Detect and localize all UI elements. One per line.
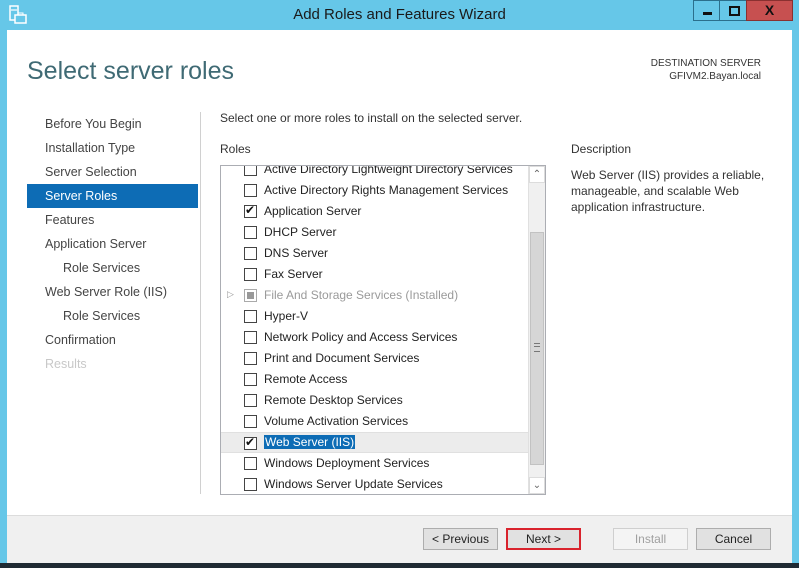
role-label: Windows Deployment Services [264, 456, 430, 470]
role-checkbox[interactable] [244, 373, 257, 386]
instruction-text: Select one or more roles to install on t… [220, 111, 523, 125]
nav-item-app-role-services[interactable]: Role Services [7, 256, 202, 280]
role-label: Active Directory Rights Management Servi… [264, 183, 509, 197]
grip-icon [534, 343, 540, 352]
role-row[interactable]: Active Directory Lightweight Directory S… [221, 165, 528, 180]
role-row[interactable]: ✔ Application Server [221, 201, 528, 222]
role-label: DNS Server [264, 246, 329, 260]
role-checkbox[interactable] [244, 226, 257, 239]
roles-list[interactable]: Active Directory Lightweight Directory S… [220, 165, 546, 495]
role-label: Fax Server [264, 267, 323, 281]
nav-item-confirmation[interactable]: Confirmation [7, 328, 202, 352]
previous-button[interactable]: < Previous [423, 528, 498, 550]
chevron-up-icon: ⌃ [532, 169, 542, 180]
role-checkbox[interactable] [244, 394, 257, 407]
role-checkbox[interactable] [244, 478, 257, 491]
role-checkbox[interactable] [244, 268, 257, 281]
role-checkbox [244, 289, 257, 302]
role-checkbox[interactable] [244, 331, 257, 344]
role-label: Print and Document Services [264, 351, 420, 365]
destination-server-info: DESTINATION SERVER GFIVM2.Bayan.local [651, 57, 761, 83]
role-label: Web Server (IIS) [264, 435, 356, 449]
role-label: Remote Access [264, 372, 348, 386]
close-icon: X [764, 2, 775, 18]
role-label: Hyper-V [264, 309, 309, 323]
window-title: Add Roles and Features Wizard [293, 6, 506, 23]
role-row[interactable]: Windows Deployment Services [221, 453, 528, 474]
maximize-button[interactable] [719, 0, 747, 21]
role-label: Application Server [264, 204, 362, 218]
role-checkbox[interactable]: ✔ [244, 435, 257, 450]
role-label: Volume Activation Services [264, 414, 409, 428]
minimize-icon [703, 12, 712, 15]
role-label: Windows Server Update Services [264, 477, 443, 491]
nav-item-results: Results [45, 357, 87, 371]
role-label: Network Policy and Access Services [264, 330, 458, 344]
role-row[interactable]: Remote Access [221, 369, 528, 390]
role-label: DHCP Server [264, 225, 337, 239]
role-checkbox[interactable] [244, 184, 257, 197]
role-row[interactable]: Remote Desktop Services [221, 390, 528, 411]
role-row[interactable]: DNS Server [221, 243, 528, 264]
close-button[interactable]: X [746, 0, 793, 21]
role-row[interactable]: ✔ Web Server (IIS) [221, 432, 528, 453]
wizard-window: Add Roles and Features Wizard X Select s… [0, 0, 799, 563]
role-row[interactable]: Fax Server [221, 264, 528, 285]
page-title: Select server roles [27, 57, 235, 85]
expand-arrow-icon[interactable]: ▷ [227, 289, 234, 300]
nav-item-server-roles[interactable]: Server Roles [27, 184, 198, 208]
role-checkbox[interactable] [244, 310, 257, 323]
role-label: Remote Desktop Services [264, 393, 403, 407]
nav-item-features[interactable]: Features [7, 208, 202, 232]
destination-server-name: GFIVM2.Bayan.local [669, 71, 761, 82]
nav-item-web-server-role[interactable]: Web Server Role (IIS) [7, 280, 202, 304]
role-checkbox[interactable] [244, 166, 257, 176]
role-checkbox[interactable] [244, 247, 257, 260]
checkmark-icon: ✔ [245, 203, 256, 217]
indeterminate-icon [247, 292, 254, 299]
role-row[interactable]: DHCP Server [221, 222, 528, 243]
minimize-button[interactable] [693, 0, 720, 21]
scroll-thumb[interactable] [530, 232, 544, 465]
cancel-button[interactable]: Cancel [696, 528, 771, 550]
nav-item-web-role-services[interactable]: Role Services [7, 304, 202, 328]
role-label: Active Directory Lightweight Directory S… [264, 165, 513, 176]
role-row[interactable]: Hyper-V [221, 306, 528, 327]
description-text: Web Server (IIS) provides a reliable, ma… [571, 168, 765, 214]
role-row[interactable]: Active Directory Rights Management Servi… [221, 180, 528, 201]
scroll-down-button[interactable]: ⌄ [529, 477, 545, 494]
role-row[interactable]: Network Policy and Access Services [221, 327, 528, 348]
next-button[interactable]: Next > [506, 528, 581, 550]
nav-item-application-server[interactable]: Application Server [7, 232, 202, 256]
wizard-nav: Before You Begin Installation Type Serve… [7, 112, 202, 376]
role-row[interactable]: Print and Document Services [221, 348, 528, 369]
role-checkbox[interactable] [244, 457, 257, 470]
role-row[interactable]: ▷ File And Storage Services (Installed) [221, 285, 528, 306]
roles-scrollbar[interactable]: ⌃ ⌄ [528, 166, 545, 494]
scroll-up-button[interactable]: ⌃ [529, 166, 545, 183]
checkmark-icon: ✔ [245, 435, 256, 449]
maximize-icon [729, 6, 740, 16]
nav-item-installation-type[interactable]: Installation Type [7, 136, 202, 160]
role-row[interactable]: Volume Activation Services [221, 411, 528, 432]
role-label: File And Storage Services (Installed) [264, 288, 459, 302]
nav-item-before-you-begin[interactable]: Before You Begin [7, 112, 202, 136]
title-bar[interactable]: Add Roles and Features Wizard X [0, 0, 799, 30]
role-checkbox[interactable] [244, 415, 257, 428]
role-row[interactable]: Windows Server Update Services [221, 474, 528, 494]
wizard-footer: < Previous Next > Install Cancel [7, 515, 792, 563]
nav-divider [200, 112, 201, 494]
install-button: Install [613, 528, 688, 550]
destination-label: DESTINATION SERVER [650, 58, 761, 69]
role-checkbox[interactable]: ✔ [244, 203, 257, 218]
roles-label: Roles [220, 142, 251, 156]
chevron-down-icon: ⌄ [532, 480, 542, 491]
nav-item-server-selection[interactable]: Server Selection [7, 160, 202, 184]
description-title: Description [571, 142, 632, 156]
wizard-content: Select server roles DESTINATION SERVER G… [7, 30, 792, 515]
role-checkbox[interactable] [244, 352, 257, 365]
